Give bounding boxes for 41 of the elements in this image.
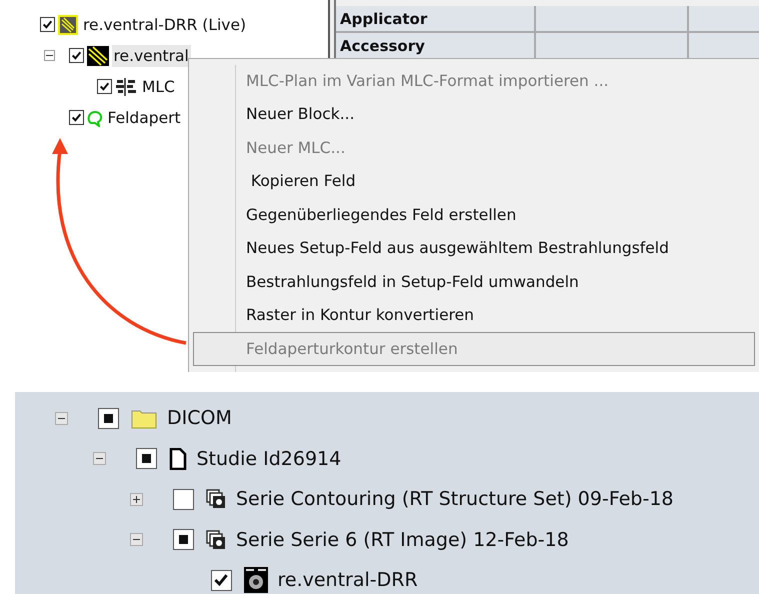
tree-item[interactable]: Serie Serie 6 (RT Image) 12-Feb-18 (236, 528, 569, 551)
table-cell (689, 33, 759, 58)
table-cell (689, 6, 759, 31)
checkbox[interactable] (173, 529, 194, 550)
menu-item[interactable]: Neuer Block... (193, 98, 755, 131)
beam-icon (58, 14, 78, 34)
menu-item[interactable]: Raster in Kontur konvertieren (193, 298, 755, 332)
menu-item[interactable]: Kopieren Feld (193, 164, 755, 198)
document-icon (168, 448, 186, 470)
tree-item[interactable]: MLC (140, 76, 177, 98)
collapse-toggle[interactable] (130, 533, 143, 546)
checkbox[interactable] (97, 79, 112, 94)
table-cell: Applicator (336, 6, 536, 31)
menu-item[interactable]: Neues Setup-Feld aus ausgewähltem Bestrahlungsfeld (193, 232, 755, 265)
checkbox[interactable] (68, 48, 84, 63)
checkbox[interactable] (68, 110, 84, 125)
beam-icon (86, 46, 108, 66)
expand-toggle[interactable] (130, 492, 143, 506)
checkbox[interactable] (136, 448, 156, 470)
checkbox[interactable] (173, 488, 194, 510)
stacked-images-icon (206, 530, 226, 550)
menu-item[interactable]: Gegenüberliegendes Feld erstellen (193, 198, 755, 232)
stacked-images-icon (206, 489, 226, 510)
tree-item[interactable]: re.ventral-DRR (278, 569, 418, 592)
leaf-collimator-icon (115, 76, 137, 96)
checkbox[interactable] (210, 570, 232, 591)
tree-item[interactable]: re.ventral-DRR (Live) (81, 14, 248, 36)
contour-icon (86, 108, 102, 126)
tree-item[interactable]: DICOM (167, 407, 232, 430)
collapse-toggle[interactable] (92, 452, 106, 466)
checkbox[interactable] (98, 408, 119, 429)
table-cell: Accessory (336, 33, 536, 58)
collapse-toggle[interactable] (55, 412, 68, 425)
tree-item[interactable]: Studie Id26914 (196, 448, 342, 470)
tree-item[interactable]: Serie Contouring (RT Structure Set) 09-Feb-18 (236, 488, 674, 510)
plus-icon (133, 496, 140, 503)
checkbox[interactable] (40, 17, 55, 32)
menu-item[interactable]: Bestrahlungsfeld in Setup-Feld umwandeln (193, 265, 755, 298)
tree-item[interactable]: Feldapert (106, 106, 183, 128)
tree-item[interactable]: re.ventral (112, 44, 191, 66)
collapse-toggle[interactable] (44, 50, 54, 61)
